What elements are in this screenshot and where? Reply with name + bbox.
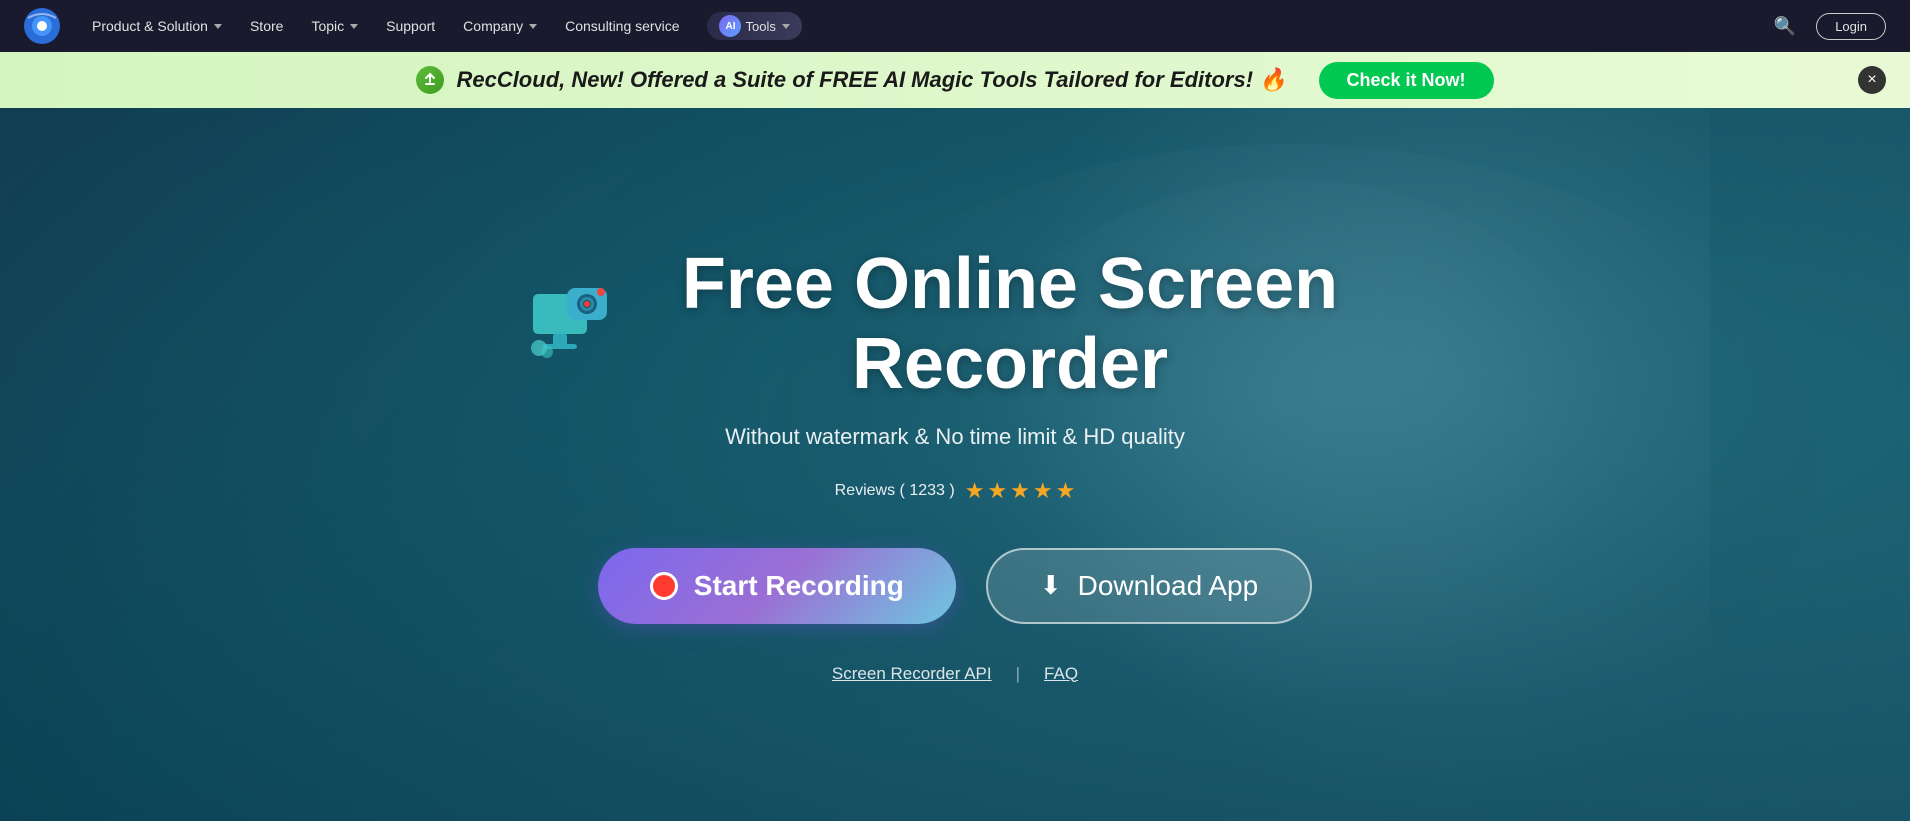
nav-links: Product & Solution Store Topic Support C… bbox=[92, 12, 1742, 40]
nav-company[interactable]: Company bbox=[463, 18, 537, 34]
chevron-down-icon bbox=[350, 24, 358, 29]
star-2: ★ bbox=[987, 478, 1007, 504]
banner-content: RecCloud, New! Offered a Suite of FREE A… bbox=[40, 62, 1870, 99]
logo[interactable] bbox=[24, 8, 60, 44]
star-1: ★ bbox=[965, 478, 985, 504]
chevron-down-icon bbox=[214, 24, 222, 29]
link-separator: | bbox=[1016, 664, 1020, 684]
chevron-down-icon bbox=[782, 24, 790, 29]
reviews-label: Reviews ( 1233 ) bbox=[835, 482, 955, 500]
promo-banner: RecCloud, New! Offered a Suite of FREE A… bbox=[0, 52, 1910, 108]
search-icon[interactable]: 🔍 bbox=[1774, 16, 1796, 37]
hero-reviews: Reviews ( 1233 ) ★ ★ ★ ★ ★ bbox=[525, 478, 1385, 504]
nav-topic[interactable]: Topic bbox=[311, 18, 358, 34]
screen-recorder-api-link[interactable]: Screen Recorder API bbox=[832, 664, 992, 684]
ai-tools-nav[interactable]: AI Tools bbox=[707, 12, 801, 40]
hero-subtitle: Without watermark & No time limit & HD q… bbox=[525, 424, 1385, 450]
download-app-button[interactable]: ⬇ Download App bbox=[986, 548, 1312, 624]
nav-product-solution[interactable]: Product & Solution bbox=[92, 18, 222, 34]
screen-recorder-icon bbox=[525, 280, 615, 370]
reccloud-icon bbox=[416, 66, 444, 94]
login-button[interactable]: Login bbox=[1816, 13, 1886, 40]
banner-close-button[interactable]: × bbox=[1858, 66, 1886, 94]
faq-link[interactable]: FAQ bbox=[1044, 664, 1078, 684]
download-app-label: Download App bbox=[1078, 570, 1259, 602]
hero-content: Free Online Screen Recorder Without wate… bbox=[505, 185, 1405, 743]
hero-title: Free Online Screen Recorder bbox=[635, 245, 1385, 403]
star-5: ★ bbox=[1056, 478, 1076, 504]
ai-icon: AI bbox=[719, 15, 741, 37]
hero-title-row: Free Online Screen Recorder bbox=[525, 245, 1385, 403]
hero-links: Screen Recorder API | FAQ bbox=[525, 664, 1385, 684]
navigation: Product & Solution Store Topic Support C… bbox=[0, 0, 1910, 52]
download-icon: ⬇ bbox=[1040, 570, 1062, 601]
star-4: ★ bbox=[1033, 478, 1053, 504]
star-rating: ★ ★ ★ ★ ★ bbox=[965, 478, 1076, 504]
nav-right: 🔍 Login bbox=[1774, 13, 1886, 40]
star-3: ★ bbox=[1010, 478, 1030, 504]
nav-consulting[interactable]: Consulting service bbox=[565, 18, 679, 34]
start-recording-label: Start Recording bbox=[694, 570, 904, 602]
hero-section: Free Online Screen Recorder Without wate… bbox=[0, 108, 1910, 821]
nav-support[interactable]: Support bbox=[386, 18, 435, 34]
logo-icon bbox=[24, 8, 60, 44]
record-dot-icon bbox=[650, 572, 678, 600]
hero-buttons: Start Recording ⬇ Download App bbox=[525, 548, 1385, 624]
banner-cta-button[interactable]: Check it Now! bbox=[1319, 62, 1494, 99]
chevron-down-icon bbox=[529, 24, 537, 29]
banner-text: RecCloud, New! Offered a Suite of FREE A… bbox=[456, 67, 1286, 93]
nav-store[interactable]: Store bbox=[250, 18, 283, 34]
start-recording-button[interactable]: Start Recording bbox=[598, 548, 956, 624]
